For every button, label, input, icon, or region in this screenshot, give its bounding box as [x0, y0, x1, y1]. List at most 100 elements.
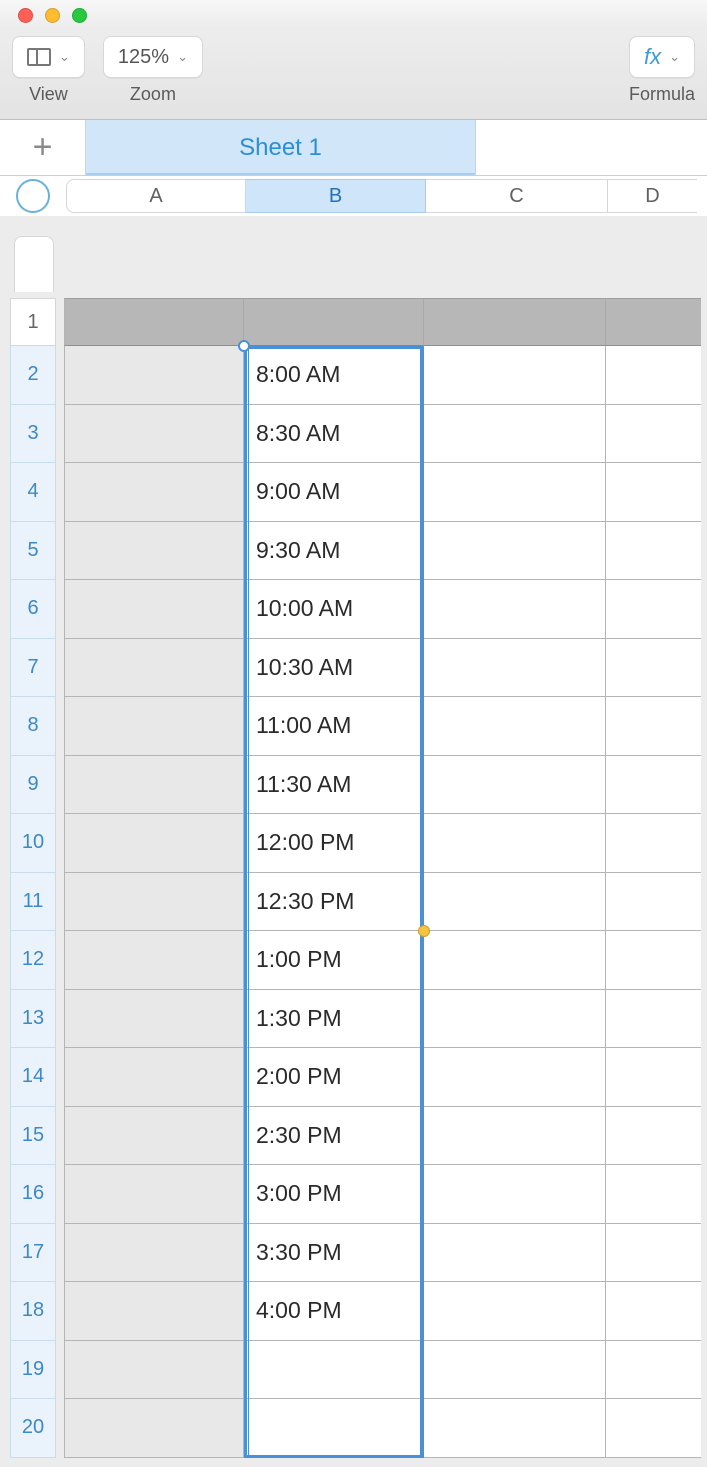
cell-C6[interactable] — [424, 580, 606, 639]
cell-B7[interactable]: 10:30 AM — [244, 639, 424, 698]
cell-C1[interactable] — [424, 298, 606, 346]
cell-D9[interactable] — [606, 756, 701, 815]
cell-A2[interactable] — [64, 346, 244, 405]
cell-C17[interactable] — [424, 1224, 606, 1283]
row-header-15[interactable]: 15 — [10, 1107, 56, 1166]
cell-A5[interactable] — [64, 522, 244, 581]
maximize-window-button[interactable] — [72, 8, 87, 23]
cell-B3[interactable]: 8:30 AM — [244, 405, 424, 464]
cell-C13[interactable] — [424, 990, 606, 1049]
row-header-17[interactable]: 17 — [10, 1224, 56, 1283]
cell-D16[interactable] — [606, 1165, 701, 1224]
cell-C8[interactable] — [424, 697, 606, 756]
cell-D6[interactable] — [606, 580, 701, 639]
cell-B8[interactable]: 11:00 AM — [244, 697, 424, 756]
cell-D18[interactable] — [606, 1282, 701, 1341]
cell-A4[interactable] — [64, 463, 244, 522]
cell-B10[interactable]: 12:00 PM — [244, 814, 424, 873]
cell-B19[interactable] — [244, 1341, 424, 1400]
cell-A10[interactable] — [64, 814, 244, 873]
cell-D3[interactable] — [606, 405, 701, 464]
cell-B1[interactable] — [244, 298, 424, 346]
add-sheet-button[interactable]: + — [0, 120, 86, 175]
row-header-8[interactable]: 8 — [10, 697, 56, 756]
cell-C12[interactable] — [424, 931, 606, 990]
cell-D8[interactable] — [606, 697, 701, 756]
cell-A12[interactable] — [64, 931, 244, 990]
sheet-tab[interactable]: Sheet 1 — [86, 120, 476, 175]
cell-C19[interactable] — [424, 1341, 606, 1400]
cell-D5[interactable] — [606, 522, 701, 581]
column-header-C[interactable]: C — [426, 179, 608, 213]
cell-A3[interactable] — [64, 405, 244, 464]
formula-button[interactable]: fx ⌄ — [629, 36, 695, 78]
cell-A15[interactable] — [64, 1107, 244, 1166]
cell-C16[interactable] — [424, 1165, 606, 1224]
cell-B14[interactable]: 2:00 PM — [244, 1048, 424, 1107]
cell-A6[interactable] — [64, 580, 244, 639]
cell-A14[interactable] — [64, 1048, 244, 1107]
cell-C18[interactable] — [424, 1282, 606, 1341]
row-header-2[interactable]: 2 — [10, 346, 56, 405]
cell-D20[interactable] — [606, 1399, 701, 1458]
row-header-6[interactable]: 6 — [10, 580, 56, 639]
cell-D7[interactable] — [606, 639, 701, 698]
row-header-18[interactable]: 18 — [10, 1282, 56, 1341]
row-header-12[interactable]: 12 — [10, 931, 56, 990]
view-button[interactable]: ⌄ — [12, 36, 85, 78]
cell-B9[interactable]: 11:30 AM — [244, 756, 424, 815]
row-header-19[interactable]: 19 — [10, 1341, 56, 1400]
cell-D19[interactable] — [606, 1341, 701, 1400]
cell-D11[interactable] — [606, 873, 701, 932]
row-header-11[interactable]: 11 — [10, 873, 56, 932]
cell-A8[interactable] — [64, 697, 244, 756]
row-header-4[interactable]: 4 — [10, 463, 56, 522]
cell-C4[interactable] — [424, 463, 606, 522]
cell-C20[interactable] — [424, 1399, 606, 1458]
cell-C3[interactable] — [424, 405, 606, 464]
cell-C14[interactable] — [424, 1048, 606, 1107]
cell-A19[interactable] — [64, 1341, 244, 1400]
row-header-1[interactable]: 1 — [10, 298, 56, 346]
select-all-handle[interactable] — [16, 179, 50, 213]
row-header-16[interactable]: 16 — [10, 1165, 56, 1224]
row-header-20[interactable]: 20 — [10, 1399, 56, 1458]
cell-A20[interactable] — [64, 1399, 244, 1458]
row-header-10[interactable]: 10 — [10, 814, 56, 873]
minimize-window-button[interactable] — [45, 8, 60, 23]
cell-D17[interactable] — [606, 1224, 701, 1283]
cell-A9[interactable] — [64, 756, 244, 815]
cell-B2[interactable]: 8:00 AM — [244, 346, 424, 405]
cell-B20[interactable] — [244, 1399, 424, 1458]
row-header-3[interactable]: 3 — [10, 405, 56, 464]
cell-B5[interactable]: 9:30 AM — [244, 522, 424, 581]
row-header-14[interactable]: 14 — [10, 1048, 56, 1107]
cell-C5[interactable] — [424, 522, 606, 581]
row-header-13[interactable]: 13 — [10, 990, 56, 1049]
cell-A18[interactable] — [64, 1282, 244, 1341]
zoom-button[interactable]: 125% ⌄ — [103, 36, 203, 78]
column-header-B[interactable]: B — [246, 179, 426, 213]
cell-A17[interactable] — [64, 1224, 244, 1283]
cell-B13[interactable]: 1:30 PM — [244, 990, 424, 1049]
cell-C7[interactable] — [424, 639, 606, 698]
cell-A13[interactable] — [64, 990, 244, 1049]
cell-D10[interactable] — [606, 814, 701, 873]
cell-C2[interactable] — [424, 346, 606, 405]
cell-A11[interactable] — [64, 873, 244, 932]
row-header-7[interactable]: 7 — [10, 639, 56, 698]
cell-D4[interactable] — [606, 463, 701, 522]
cell-D15[interactable] — [606, 1107, 701, 1166]
row-header-9[interactable]: 9 — [10, 756, 56, 815]
cell-A7[interactable] — [64, 639, 244, 698]
cell-C11[interactable] — [424, 873, 606, 932]
cell-A1[interactable] — [64, 298, 244, 346]
cell-C9[interactable] — [424, 756, 606, 815]
cell-C15[interactable] — [424, 1107, 606, 1166]
row-header-5[interactable]: 5 — [10, 522, 56, 581]
row-header-tab[interactable] — [14, 236, 54, 292]
cell-B11[interactable]: 12:30 PM — [244, 873, 424, 932]
cell-B4[interactable]: 9:00 AM — [244, 463, 424, 522]
cell-B12[interactable]: 1:00 PM — [244, 931, 424, 990]
cell-B6[interactable]: 10:00 AM — [244, 580, 424, 639]
